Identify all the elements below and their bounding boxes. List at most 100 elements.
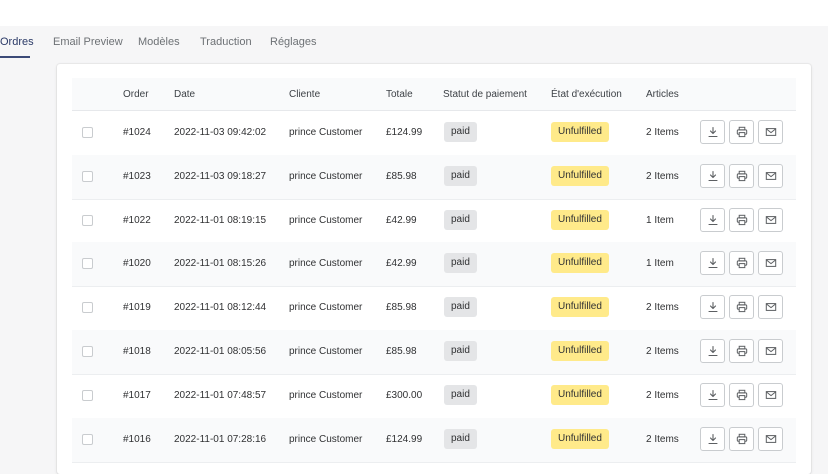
tab-traduction[interactable]: Traduction [200,36,252,48]
item-count: 1 Item [646,214,674,226]
order-total: £85.98 [386,302,417,314]
print-icon [736,170,748,182]
order-number[interactable]: #1022 [123,215,151,226]
header-date: Date [174,89,196,100]
payment-status-badge: paid [444,384,477,405]
email-button[interactable] [758,382,783,407]
item-count: 2 Items [646,346,679,357]
row-checkbox[interactable] [82,258,93,270]
print-button[interactable] [729,382,754,407]
download-button[interactable] [700,207,725,232]
row-checkbox[interactable] [82,214,93,226]
row-checkbox[interactable] [82,389,93,401]
download-icon [707,170,719,182]
order-total: £124.99 [386,433,423,445]
email-button[interactable] [758,295,783,320]
tab-modeles[interactable]: Modèles [138,36,180,48]
print-button[interactable] [729,426,754,451]
payment-status-badge: paid [444,209,477,230]
fulfillment-status-badge: Unfulfilled [551,165,609,186]
payment-status-badge: paid [444,428,477,449]
download-icon [707,214,719,226]
order-total: £124.99 [386,127,423,138]
payment-status-badge: paid [444,165,477,186]
fulfillment-status-badge: Unfulfilled [551,209,609,230]
download-button[interactable] [700,426,725,451]
table-row[interactable]: #1024 2022-11-03 09:42:02 prince Customer £… [72,111,796,156]
print-button[interactable] [729,120,754,144]
download-icon [707,126,719,138]
print-button[interactable] [729,207,754,232]
order-number[interactable]: #1024 [123,127,151,138]
table-row[interactable]: #1019 2022-11-01 08:12:44 prince Customer £… [72,286,796,332]
row-checkbox[interactable] [82,302,93,314]
item-count: 2 Items [646,170,679,182]
order-date: 2022-11-03 09:42:02 [174,127,267,138]
order-number[interactable]: #1023 [123,171,151,182]
item-count: 2 Items [646,127,679,138]
order-total: £42.99 [386,214,417,226]
email-button[interactable] [758,251,783,276]
download-button[interactable] [700,339,725,363]
fulfillment-status-badge: Unfulfilled [551,297,609,318]
header-payment-status: Statut de paiement [443,89,527,100]
payment-status-badge: paid [444,122,477,142]
item-count: 2 Items [646,433,679,445]
order-date: 2022-11-01 07:28:16 [174,433,267,445]
email-button[interactable] [758,426,783,451]
header-customer: Cliente [289,89,321,100]
email-button[interactable] [758,120,783,144]
print-button[interactable] [729,339,754,363]
download-button[interactable] [700,163,725,188]
tab-email-preview[interactable]: Email Preview [53,36,123,48]
order-number[interactable]: #1018 [123,346,151,357]
tab-ordres[interactable]: Ordres [0,36,34,48]
row-checkbox[interactable] [82,346,93,357]
payment-status-badge: paid [444,341,477,361]
order-number[interactable]: #1016 [123,434,151,445]
table-row[interactable]: #1018 2022-11-01 08:05:56 prince Customer £… [72,330,796,375]
row-checkbox[interactable] [82,127,93,138]
table-row[interactable]: #1016 2022-11-01 07:28:16 prince Customer £… [72,417,796,463]
order-number[interactable]: #1019 [123,302,151,313]
order-number[interactable]: #1020 [123,258,151,269]
download-button[interactable] [700,382,725,407]
order-total: £42.99 [386,258,417,270]
order-date: 2022-11-01 08:12:44 [174,302,267,314]
customer-name: prince Customer [289,258,363,270]
mail-icon [765,345,777,357]
order-total: £85.98 [386,346,417,357]
row-checkbox[interactable] [82,433,93,445]
print-icon [736,214,748,226]
order-date: 2022-11-01 07:48:57 [174,389,267,401]
table-row[interactable]: #1023 2022-11-03 09:18:27 prince Customer £… [72,154,796,200]
email-button[interactable] [758,163,783,188]
download-button[interactable] [700,295,725,320]
order-date: 2022-11-03 09:18:27 [174,170,267,182]
download-icon [707,389,719,401]
print-button[interactable] [729,295,754,320]
download-button[interactable] [700,251,725,276]
print-button[interactable] [729,251,754,276]
fulfillment-status-badge: Unfulfilled [551,122,609,142]
print-button[interactable] [729,163,754,188]
download-button[interactable] [700,120,725,144]
mail-icon [765,257,777,269]
header-order: Order [123,89,149,100]
table-row[interactable]: #1022 2022-11-01 08:19:15 prince Customer £… [72,199,796,244]
email-button[interactable] [758,339,783,363]
fulfillment-status-badge: Unfulfilled [551,253,609,274]
order-number[interactable]: #1017 [123,390,151,401]
table-row[interactable]: #1017 2022-11-01 07:48:57 prince Customer £… [72,374,796,419]
row-checkbox[interactable] [82,170,93,182]
customer-name: prince Customer [289,170,363,182]
fulfillment-status-badge: Unfulfilled [551,428,609,449]
mail-icon [765,433,777,445]
download-icon [707,345,719,357]
tab-bar: Ordres Email Preview Modèles Traduction … [0,26,828,60]
tab-reglages[interactable]: Réglages [270,36,316,48]
table-row[interactable]: #1020 2022-11-01 08:15:26 prince Customer £… [72,242,796,288]
email-button[interactable] [758,207,783,232]
print-icon [736,301,748,313]
order-date: 2022-11-01 08:19:15 [174,214,267,226]
